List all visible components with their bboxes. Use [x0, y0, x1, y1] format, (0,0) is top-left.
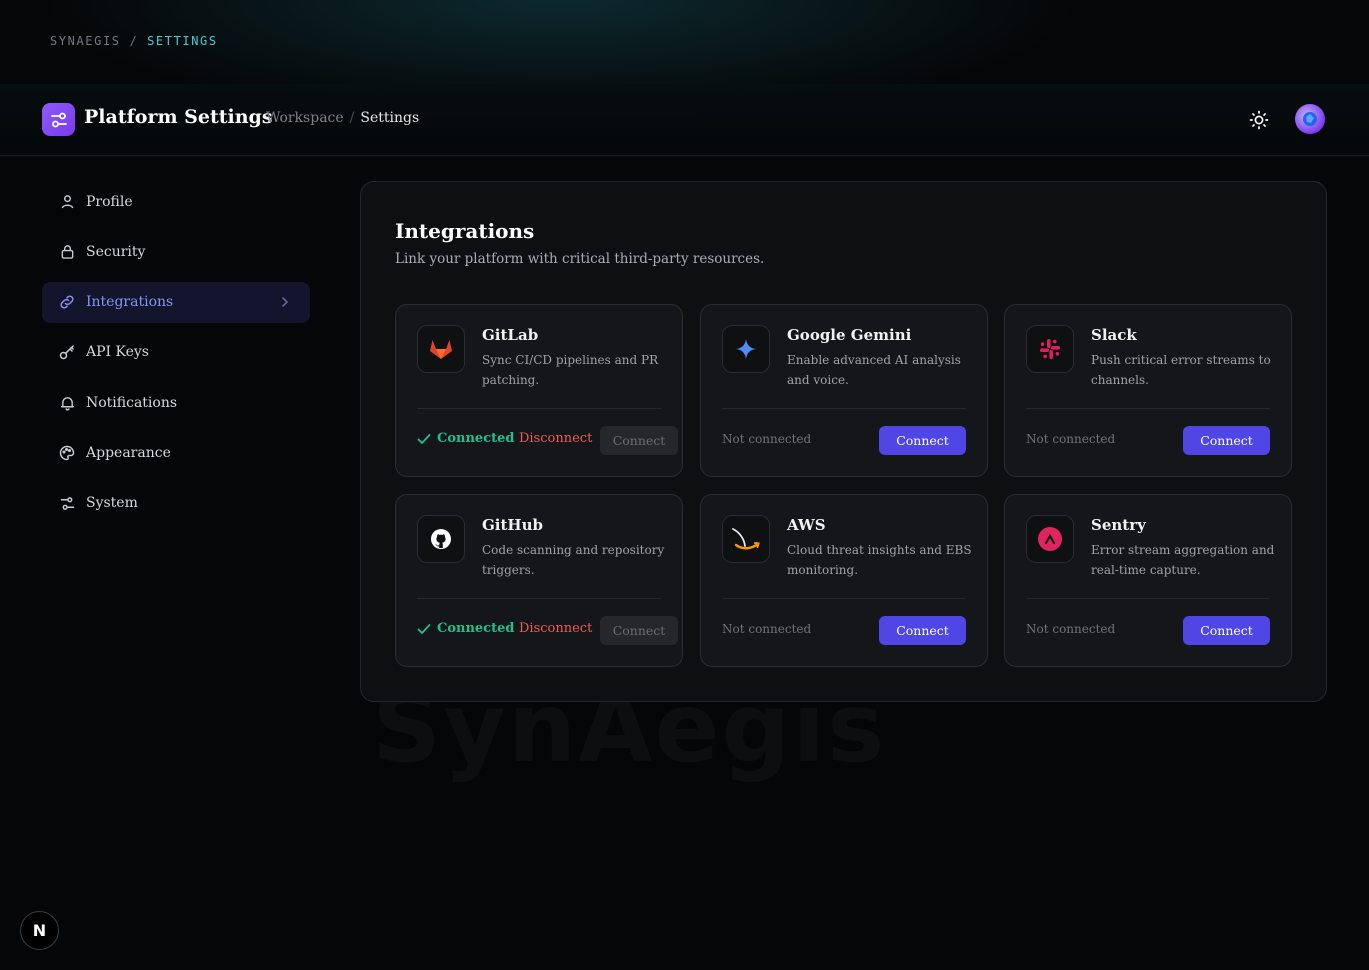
breadcrumb-separator: / [129, 34, 139, 48]
connect-button[interactable]: Connect [1183, 616, 1270, 645]
connected-status: Connected [417, 621, 514, 636]
divider [1026, 598, 1270, 599]
check-icon [417, 623, 431, 634]
header-breadcrumb: Workspace / Settings [266, 110, 419, 126]
sidebar-item-label: Appearance [86, 444, 171, 461]
divider [417, 408, 661, 409]
user-icon [59, 194, 75, 210]
integration-card-google-gemini: Google Gemini Enable advanced AI analysi… [700, 304, 988, 477]
breadcrumb-current: SETTINGS [147, 34, 218, 48]
integration-card-aws: AWS Cloud threat insights and EBS monito… [700, 494, 988, 667]
disconnect-button[interactable]: Disconnect [519, 621, 592, 636]
connect-button[interactable]: Connect [879, 426, 966, 455]
integration-description: Code scanning and repository triggers. [482, 543, 665, 577]
integration-card-sentry: Sentry Error stream aggregation and real… [1004, 494, 1292, 667]
sidebar-item-notifications[interactable]: Notifications [42, 382, 310, 423]
integration-description: Push critical error streams to channels. [1091, 353, 1271, 387]
sidebar-item-integrations[interactable]: Integrations [42, 281, 310, 323]
gitlab-icon [417, 325, 465, 373]
not-connected-status: Not connected [722, 432, 812, 446]
avatar[interactable] [1295, 104, 1325, 134]
integration-name: AWS [787, 516, 826, 534]
not-connected-status: Not connected [722, 622, 812, 636]
sidebar: Profile Security Integrations API Keys N… [42, 181, 310, 533]
sidebar-item-label: API Keys [86, 344, 149, 361]
bell-icon [59, 395, 75, 411]
integration-description: Sync CI/CD pipelines and PR patching. [482, 353, 659, 387]
integration-name: GitHub [482, 516, 544, 534]
check-icon [417, 433, 431, 444]
sidebar-item-profile[interactable]: Profile [42, 181, 310, 222]
sidebar-item-api-keys[interactable]: API Keys [42, 332, 310, 373]
sidebar-item-security[interactable]: Security [42, 231, 310, 272]
github-icon [417, 515, 465, 563]
divider [1026, 408, 1270, 409]
divider [417, 598, 661, 599]
connected-status: Connected [417, 431, 514, 446]
connect-button[interactable]: Connect [1183, 426, 1270, 455]
integration-name: GitLab [482, 326, 539, 344]
aws-icon [722, 515, 770, 563]
disconnect-button[interactable]: Disconnect [519, 431, 592, 446]
integration-name: Slack [1091, 326, 1137, 344]
sidebar-item-label: Security [86, 243, 146, 260]
header: Platform Settings Workspace / Settings [0, 84, 1369, 156]
key-icon [59, 344, 75, 360]
sliders-icon [59, 495, 75, 511]
breadcrumb-settings: Settings [360, 110, 420, 126]
breadcrumb-root: SYNAEGIS [50, 34, 121, 48]
sidebar-item-system[interactable]: System [42, 483, 310, 524]
sidebar-item-appearance[interactable]: Appearance [42, 432, 310, 473]
connected-label: Connected [437, 621, 515, 636]
connected-label: Connected [437, 431, 515, 446]
integration-card-gitlab: GitLab Sync CI/CD pipelines and PR patch… [395, 304, 683, 477]
integration-name: Sentry [1091, 516, 1146, 534]
sidebar-item-label: Profile [86, 193, 133, 210]
sidebar-item-label: Integrations [86, 294, 174, 311]
not-connected-status: Not connected [1026, 622, 1116, 636]
integration-description: Enable advanced AI analysis and voice. [787, 353, 961, 387]
divider [722, 598, 966, 599]
lock-icon [59, 244, 75, 260]
sidebar-item-label: Notifications [86, 394, 178, 411]
gemini-icon [722, 325, 770, 373]
sun-icon [1249, 110, 1269, 130]
sentry-icon [1026, 515, 1074, 563]
connect-button[interactable]: Connect [600, 616, 678, 645]
connect-button[interactable]: Connect [879, 616, 966, 645]
integration-name: Google Gemini [787, 326, 912, 344]
link-icon [59, 294, 75, 310]
integration-card-slack: Slack Push critical error streams to cha… [1004, 304, 1292, 477]
integration-description: Error stream aggregation and real-time c… [1091, 543, 1275, 577]
divider [722, 408, 966, 409]
settings-logo-icon [42, 103, 75, 136]
sidebar-item-label: System [86, 495, 138, 512]
app-breadcrumb: SYNAEGIS / SETTINGS [50, 34, 218, 48]
theme-toggle-button[interactable] [1245, 106, 1273, 134]
breadcrumb-separator: / [349, 110, 355, 126]
page-title: Platform Settings [84, 106, 273, 128]
palette-icon [59, 445, 75, 461]
slack-icon [1026, 325, 1074, 373]
nextjs-dev-indicator-button[interactable]: N [20, 911, 59, 950]
not-connected-status: Not connected [1026, 432, 1116, 446]
integration-card-github: GitHub Code scanning and repository trig… [395, 494, 683, 667]
section-title: Integrations [395, 219, 535, 243]
integrations-panel: Integrations Link your platform with cri… [360, 181, 1327, 702]
breadcrumb-workspace[interactable]: Workspace [266, 110, 344, 126]
chevron-right-icon [280, 295, 290, 313]
integration-description: Cloud threat insights and EBS monitoring… [787, 543, 972, 577]
connect-button[interactable]: Connect [600, 426, 678, 455]
section-subtitle: Link your platform with critical third-p… [395, 251, 765, 267]
